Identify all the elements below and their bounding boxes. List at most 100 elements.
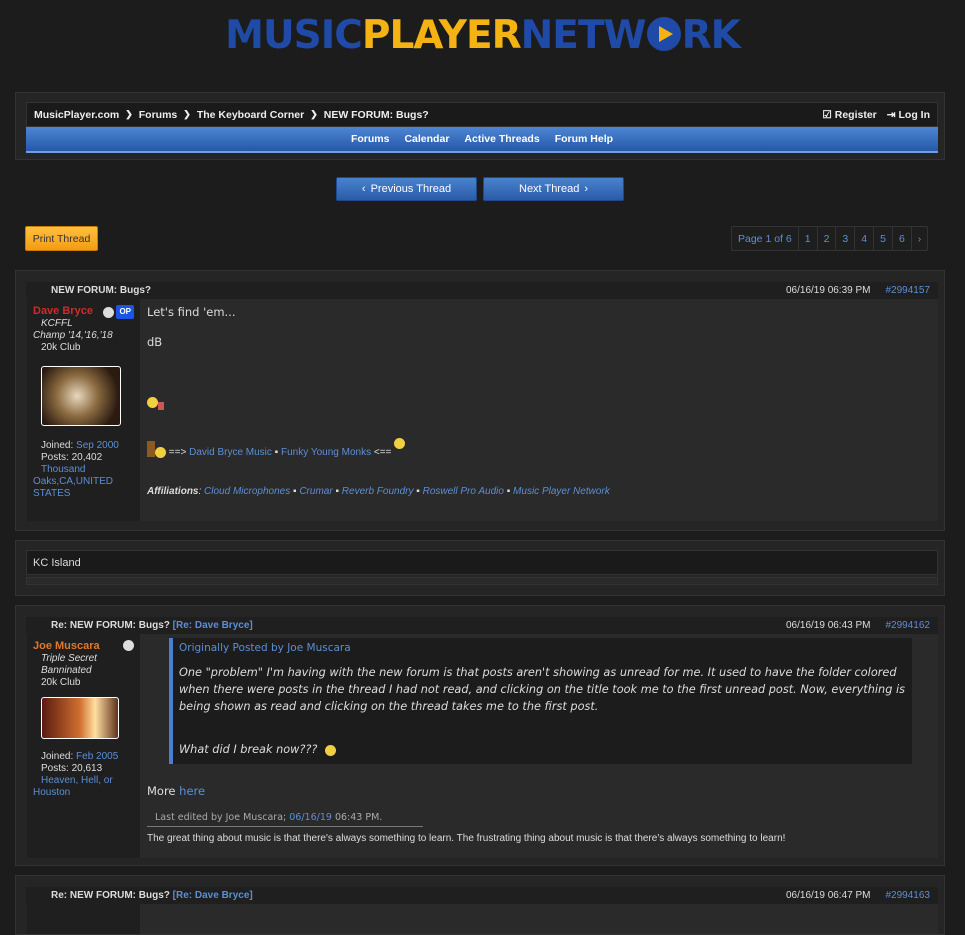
page-2[interactable]: 2 (816, 227, 836, 250)
post-number-link[interactable]: #2994163 (886, 890, 931, 901)
avatar (41, 366, 121, 426)
login-link[interactable]: ⇥ Log In (887, 109, 930, 121)
next-thread-button[interactable]: Next Thread › (483, 177, 624, 201)
page-6[interactable]: 6 (891, 227, 911, 250)
pagination: Page 1 of 6 1 2 3 4 5 6 › (731, 226, 929, 251)
user-title: Triple Secret Banninated (41, 653, 97, 676)
post-title: Re: NEW FORUM: Bugs? (51, 890, 170, 901)
page-3[interactable]: 3 (835, 227, 854, 250)
page-4[interactable]: 4 (854, 227, 873, 250)
nav-active-threads[interactable]: Active Threads (464, 133, 539, 145)
page-1[interactable]: 1 (797, 227, 817, 250)
logo-music: MUSIC (225, 13, 363, 58)
crumb-forums[interactable]: Forums (139, 109, 178, 121)
post-date: 06/16/19 06:39 PM (785, 285, 871, 296)
user-sidebar (27, 904, 140, 934)
next-page-icon[interactable]: › (910, 227, 928, 250)
login-icon: ⇥ (886, 108, 896, 121)
user-title: KCFFL (41, 318, 73, 329)
last-edited: Last edited by Joe Muscara; 06/16/19 06:… (147, 812, 423, 827)
chevron-right-icon: ❯ (183, 109, 191, 119)
chevron-right-icon: ❯ (310, 109, 318, 119)
nav-calendar[interactable]: Calendar (404, 133, 449, 145)
username-link[interactable]: Dave Bryce (33, 305, 93, 317)
sig-arrow: <== (373, 447, 392, 458)
post-title: NEW FORUM: Bugs? (51, 285, 151, 296)
breadcrumb: MusicPlayer.com ❯ Forums ❯ The Keyboard Co… (26, 102, 938, 127)
affiliation-link[interactable]: Music Player Network (513, 486, 610, 497)
affiliation-link[interactable]: Reverb Foundry (342, 486, 414, 497)
print-thread-button[interactable]: Print Thread (25, 226, 98, 251)
nav-forum-help[interactable]: Forum Help (555, 133, 613, 145)
affiliation-link[interactable]: Crumar (299, 486, 332, 497)
joined: Joined: Sep 2000 (41, 440, 119, 451)
reply-to-link[interactable]: [Re: Dave Bryce] (173, 890, 253, 901)
logo-rk: RK (681, 13, 741, 58)
previous-thread-label: Previous Thread (370, 183, 452, 195)
avatar (41, 697, 119, 739)
chevron-left-icon: ‹ (361, 183, 366, 195)
joined-date-link[interactable]: Sep 2000 (76, 440, 119, 451)
location-link[interactable]: Thousand (33, 464, 134, 476)
play-icon (646, 17, 681, 51)
post-date: 06/16/19 06:43 PM (785, 620, 871, 631)
offline-status-icon (123, 640, 134, 651)
site-logo[interactable]: MUSICPLAYERNETW RK (0, 14, 965, 58)
post-number-link[interactable]: #2994162 (886, 620, 931, 631)
previous-thread-button[interactable]: ‹ Previous Thread (336, 177, 477, 201)
here-link[interactable]: here (179, 784, 205, 798)
post-text: Let's find 'em... (147, 305, 236, 319)
logo-player: PLAYER (361, 13, 522, 58)
quote-text: One "problem" I'm having with the new fo… (179, 666, 905, 713)
reply-to-link[interactable]: [Re: Dave Bryce] (173, 620, 253, 631)
affiliation-link[interactable]: Roswell Pro Audio (423, 486, 504, 497)
offline-status-icon (102, 306, 114, 318)
user-title: 20k Club (41, 677, 81, 688)
smiley-icon (394, 438, 406, 449)
post-body (140, 904, 938, 934)
smiley-icon (147, 395, 931, 410)
register-link[interactable]: ☑ Register (822, 109, 876, 121)
sig-link[interactable]: David Bryce Music (189, 447, 272, 458)
user-title: Champ '14,'16,'18 (33, 330, 113, 341)
nav-forums[interactable]: Forums (351, 133, 390, 145)
post-title: Re: NEW FORUM: Bugs? (51, 620, 170, 631)
location-link[interactable]: Houston (33, 787, 134, 799)
post-count: Posts: 20,402 (41, 452, 103, 463)
joined-date-link[interactable]: Feb 2005 (76, 751, 118, 762)
post: Re: NEW FORUM: Bugs? [Re: Dave Bryce] 06/… (15, 605, 945, 866)
signature: ==> David Bryce Music ▪ Funky Young Monk… (147, 438, 931, 458)
register-label: Register (834, 108, 877, 121)
crumb-keyboard-corner[interactable]: The Keyboard Corner (197, 109, 304, 121)
post-text: dB (147, 335, 163, 349)
affiliations-label: Affiliations (147, 486, 199, 497)
logo-netw: NETW (520, 13, 647, 58)
affiliation-link[interactable]: Cloud Microphones (204, 486, 290, 497)
header-panel: MusicPlayer.com ❯ Forums ❯ The Keyboard Co… (15, 92, 945, 160)
kc-island-label: KC Island (26, 550, 938, 575)
more-text: More here (147, 784, 206, 798)
post-body: Originally Posted by Joe Muscara One "pr… (140, 634, 938, 858)
location-link[interactable]: Heaven, Hell, or (33, 775, 134, 787)
login-label: Log In (898, 108, 931, 121)
chevron-right-icon: › (584, 183, 588, 195)
post-date: 06/16/19 06:47 PM (785, 890, 871, 901)
checkbox-icon: ☑ (822, 108, 832, 121)
location-link[interactable]: Oaks,CA,UNITED STATES (33, 476, 134, 500)
post-count: Posts: 20,613 (41, 763, 103, 774)
post-number-link[interactable]: #2994157 (886, 285, 931, 296)
page-5[interactable]: 5 (873, 227, 892, 250)
user-sidebar: Dave Bryce OP KCFFL Champ '14,'16,'18 20… (27, 299, 140, 521)
crumb-thread: NEW FORUM: Bugs? (323, 108, 429, 121)
post-body: Let's find 'em... dB ==> David Bryce Mus… (140, 299, 938, 521)
post: NEW FORUM: Bugs? 06/16/19 06:39 PM #299415… (15, 270, 945, 531)
affiliations: Affiliations: Cloud Microphones ▪ Crumar… (147, 486, 610, 497)
post-header: NEW FORUM: Bugs? 06/16/19 06:39 PM #299415… (26, 282, 938, 299)
quote-author: Originally Posted by Joe Muscara (179, 642, 351, 654)
sig-link[interactable]: Funky Young Monks (281, 447, 371, 458)
kc-island-panel: KC Island (15, 540, 945, 596)
username-link[interactable]: Joe Muscara (33, 640, 100, 652)
main-nav: Forums Calendar Active Threads Forum Hel… (26, 127, 938, 153)
crumb-home[interactable]: MusicPlayer.com (34, 109, 119, 121)
user-sidebar: Joe Muscara Triple Secret Banninated 20k… (27, 634, 140, 858)
